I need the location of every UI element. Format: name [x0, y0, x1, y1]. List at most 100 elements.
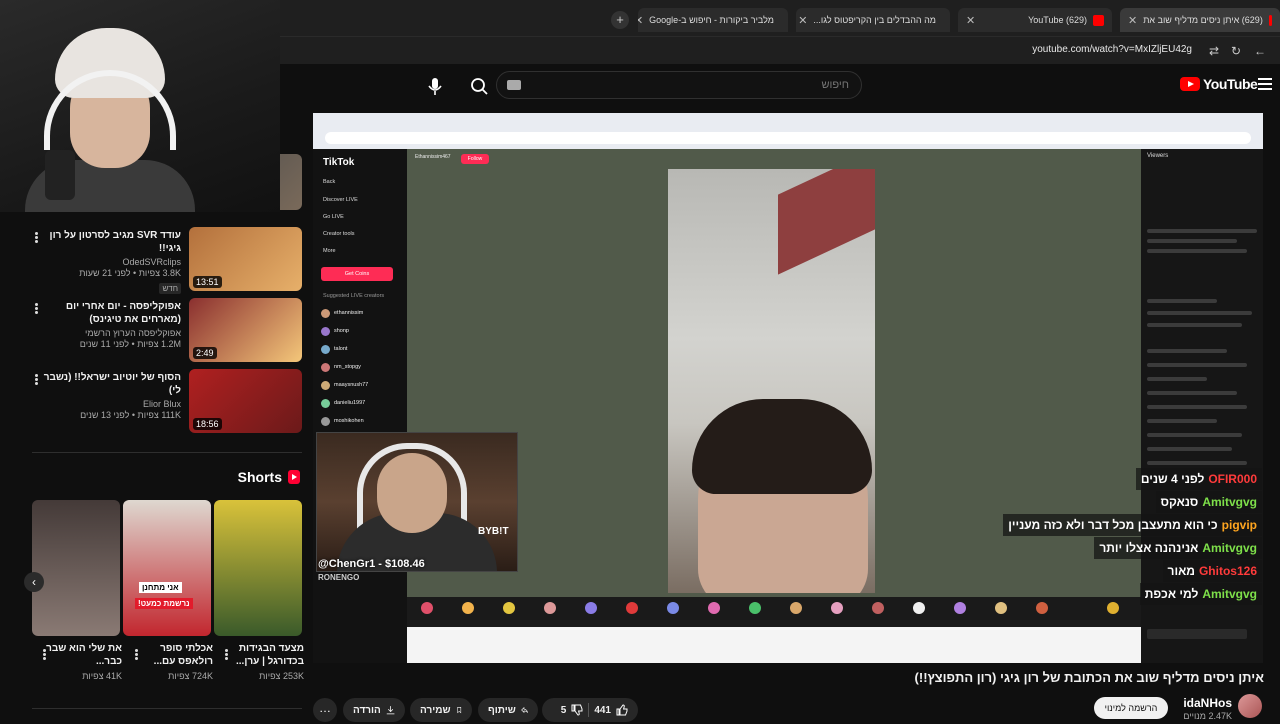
chat-message: Amitvgvg סנאקס — [1155, 491, 1262, 513]
tiktok-user: danieliu1997 — [321, 397, 365, 409]
youtube-header: YouTube — [280, 64, 1280, 108]
browser-tab-bar: + מלביר ביקורות - חיפוש ב-Google ✕ מה הה… — [280, 0, 1280, 36]
share-button[interactable]: שיתוף — [478, 698, 538, 722]
download-button[interactable]: הורדה — [343, 698, 405, 722]
tiktok-sidebar: TikTok Back Discover LIVE Go LIVE Creato… — [313, 149, 407, 663]
tab-label: מה ההבדלים בין הקריפטוס לגו... — [813, 15, 936, 25]
url-text[interactable]: youtube.com/watch?v=MxIZljEU42g — [1032, 44, 1192, 55]
chat-message: pigvip כי הוא מתעצבן מכל דבר ולא כזה מעני… — [1003, 514, 1262, 536]
suggested-label: Suggested LIVE creators — [323, 293, 385, 299]
address-bar[interactable]: youtube.com/watch?v=MxIZljEU42g ⇄ ↻ ← — [280, 36, 1280, 64]
video-thumbnail[interactable]: 13:51 — [189, 227, 302, 291]
tab-google-search[interactable]: מלביר ביקורות - חיפוש ב-Google ✕ — [638, 8, 788, 32]
thumbs-up-icon[interactable] — [616, 704, 628, 716]
embedded-url-bar — [325, 132, 1251, 144]
video-title[interactable]: הסוף של יוטיוב ישראל!! (נשבר לי) — [31, 371, 181, 397]
search-icon[interactable] — [464, 71, 494, 101]
youtube-favicon-icon — [1268, 14, 1272, 26]
tiktok-logo: TikTok — [323, 157, 355, 168]
video-stats: 1.2M צפיות • לפני 11 שנים — [79, 339, 181, 349]
keyboard-icon[interactable] — [507, 80, 521, 90]
youtube-logo[interactable]: YouTube — [1180, 76, 1258, 92]
microphone-icon — [45, 150, 75, 200]
download-icon — [386, 706, 395, 715]
tiktok-user: shonp — [321, 325, 349, 337]
stream-username: Ethannissim467 — [415, 154, 451, 160]
subscribe-button[interactable]: הרשמה למינוי — [1094, 697, 1168, 719]
channel-name[interactable]: OdedSVRclips — [31, 257, 181, 267]
hamburger-menu-icon[interactable] — [1258, 78, 1272, 90]
more-options-icon[interactable] — [222, 648, 230, 664]
tiktok-user: nm_stopgy — [321, 361, 361, 373]
shorts-header: Shorts — [180, 467, 300, 487]
live-video-frame — [668, 169, 875, 593]
search-input[interactable] — [497, 72, 861, 98]
tab-crypto-question[interactable]: מה ההבדלים בין הקריפטוס לגו... ✕ — [796, 8, 950, 32]
divider — [32, 452, 302, 453]
chat-username: OFIR000 — [1208, 472, 1257, 486]
youtube-logo-text: YouTube — [1203, 76, 1258, 92]
tab-youtube[interactable]: (629) YouTube ✕ — [958, 8, 1112, 32]
tiktok-user: maaysnush77 — [321, 379, 368, 391]
video-stats: 111K צפיות • לפני 13 שנים — [80, 410, 181, 420]
shorts-icon — [288, 470, 300, 484]
site-settings-icon[interactable]: ⇄ — [1206, 43, 1222, 59]
video-thumbnail[interactable]: 2:49 — [189, 298, 302, 362]
close-tab-icon[interactable]: ✕ — [638, 14, 643, 27]
chat-text: כי הוא מתעצבן מכל דבר ולא כזה מעניין — [1008, 518, 1218, 532]
chat-text: מאור — [1167, 564, 1195, 578]
embedded-browser-chrome — [313, 113, 1263, 149]
tiktok-menu-item: More — [323, 248, 336, 254]
like-dislike-button[interactable]: 441 5 — [542, 698, 638, 722]
channel-name[interactable]: Elior Blux — [31, 399, 181, 409]
chat-message: OFIR000 לפני 4 שנים — [1135, 468, 1262, 490]
close-tab-icon[interactable]: ✕ — [966, 14, 975, 27]
new-badge: חדש — [159, 283, 181, 294]
shorts-label: Shorts — [237, 469, 282, 485]
short-thumbnail[interactable] — [32, 500, 120, 636]
more-options-icon[interactable] — [40, 648, 48, 664]
shorts-previous-button[interactable]: ‹ — [24, 572, 44, 592]
list-item[interactable]: 13:51 עודד SVR מגיב לסרטון על רון גיגי!!… — [0, 227, 305, 294]
thumbs-down-icon[interactable] — [571, 704, 583, 716]
channel-name[interactable]: idaNHos — [1183, 696, 1232, 710]
more-actions-button[interactable]: … — [313, 698, 337, 722]
channel-name[interactable]: אפוקליפסה הערוץ הרשמי — [31, 328, 181, 338]
close-tab-icon[interactable]: ✕ — [798, 14, 807, 27]
viewers-label: Viewers — [1147, 153, 1169, 159]
video-title[interactable]: עודד SVR מגיב לסרטון על רון גיגי!! — [31, 229, 181, 255]
streamer-face — [377, 453, 447, 533]
more-options-icon[interactable] — [32, 373, 40, 389]
streamer-brand: RONENGO — [318, 573, 360, 582]
short-views: 253K צפיות — [259, 671, 304, 681]
microphone-icon[interactable] — [420, 71, 450, 101]
close-tab-icon[interactable]: ✕ — [1128, 14, 1137, 27]
donation-alert: @ChenGr1 - $108.46 — [318, 558, 425, 570]
save-button[interactable]: שמירה — [410, 698, 472, 722]
video-title: איתן ניסים מדליף שוב את הכתובת של רון גי… — [914, 670, 1264, 685]
tab-current-video[interactable]: (629) איתן ניסים מדליף שוב את ✕ — [1120, 8, 1280, 32]
youtube-favicon-icon — [1093, 14, 1104, 26]
video-stats: 3.8K צפיות • לפני 21 שעות — [79, 268, 181, 278]
more-options-icon[interactable] — [32, 231, 40, 247]
more-options-icon[interactable] — [32, 302, 40, 318]
list-item[interactable]: 2:49 אפוקליפסה - יום אחרי יום (מארחים את… — [0, 298, 305, 364]
tiktok-menu-item: Back — [323, 179, 336, 185]
search-box[interactable] — [496, 71, 862, 99]
more-options-icon[interactable] — [132, 648, 140, 664]
video-thumbnail[interactable]: 18:56 — [189, 369, 302, 433]
short-views: 41K צפיות — [82, 671, 122, 681]
chat-message: Amitvgvg אנינהנה אצלו יותר — [1094, 537, 1262, 559]
tab-label: (629) YouTube — [1028, 15, 1087, 25]
channel-avatar[interactable] — [1238, 694, 1262, 718]
short-thumbnail[interactable] — [214, 500, 302, 636]
chat-text: אנינהנה אצלו יותר — [1099, 541, 1199, 555]
short-thumbnail[interactable]: אני מתחנן נרשמת כמעט! — [123, 500, 211, 636]
video-title[interactable]: אפוקליפסה - יום אחרי יום (מארחים את טיגי… — [31, 300, 181, 326]
reload-icon[interactable]: ↻ — [1228, 43, 1244, 59]
back-arrow-icon[interactable]: ← — [1252, 43, 1268, 59]
list-item[interactable]: 18:56 הסוף של יוטיוב ישראל!! (נשבר לי) E… — [0, 369, 305, 435]
new-tab-button[interactable]: + — [611, 11, 629, 29]
get-coins-button: Get Coins — [321, 267, 393, 281]
chat-username: Ghitos126 — [1198, 564, 1257, 578]
